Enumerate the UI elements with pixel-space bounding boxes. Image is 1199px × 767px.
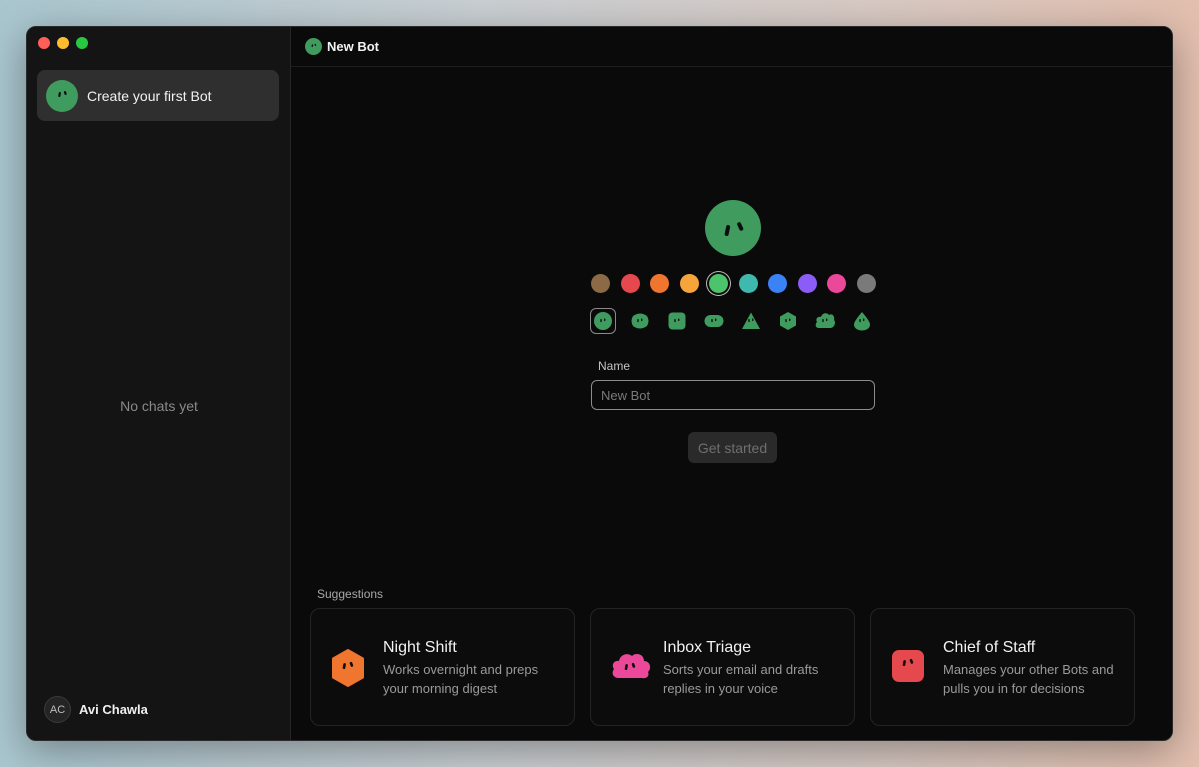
suggestion-description: Works overnight and preps your morning d… <box>383 662 539 696</box>
suggestion-cards: Night Shift Works overnight and preps yo… <box>310 608 1135 726</box>
traffic-lights <box>38 37 88 49</box>
color-swatch[interactable] <box>797 274 817 293</box>
suggestion-card-chief-of-staff[interactable]: Chief of Staff Manages your other Bots a… <box>870 608 1135 726</box>
no-chats-text: No chats yet <box>120 398 198 414</box>
square-shape-icon <box>668 312 686 330</box>
color-swatch[interactable] <box>591 274 610 293</box>
square-bot-icon <box>892 650 924 682</box>
hexagon-shape-icon <box>780 312 796 330</box>
main-panel: New Bot Name Get started Suggestions Nig… <box>291 27 1172 740</box>
color-swatch[interactable] <box>768 274 787 293</box>
shape-option-triangle[interactable] <box>738 308 764 334</box>
shape-option-cloud[interactable] <box>812 308 838 334</box>
color-swatch[interactable] <box>709 274 728 293</box>
close-window-button[interactable] <box>38 37 50 49</box>
cloud-shape-icon <box>815 313 835 328</box>
create-first-bot-label: Create your first Bot <box>87 87 212 104</box>
suggestion-card-inbox-triage[interactable]: Inbox Triage Sorts your email and drafts… <box>590 608 855 726</box>
user-profile[interactable]: AC Avi Chawla <box>44 696 148 723</box>
hexagon-bot-icon <box>332 649 364 687</box>
shape-option-drop[interactable] <box>849 308 875 334</box>
bot-face-icon <box>46 79 78 112</box>
zoom-window-button[interactable] <box>76 37 88 49</box>
blob-shape-icon <box>631 313 649 329</box>
color-swatch[interactable] <box>620 274 640 293</box>
bot-name-input[interactable] <box>591 380 875 410</box>
header-bar: New Bot <box>291 27 1172 67</box>
triangle-shape-icon <box>742 312 760 329</box>
suggestions-heading: Suggestions <box>317 587 384 601</box>
cloud-bot-icon <box>612 653 651 679</box>
color-swatch[interactable] <box>827 274 846 293</box>
shape-option-blob[interactable] <box>627 308 653 334</box>
suggestion-title: Night Shift <box>383 639 457 656</box>
page-title: New Bot <box>327 39 379 54</box>
drop-shape-icon <box>854 312 870 331</box>
suggestion-title: Inbox Triage <box>663 639 752 656</box>
color-swatch[interactable] <box>738 274 758 293</box>
shape-option-pill[interactable] <box>701 308 727 334</box>
circle-shape-icon <box>594 312 612 330</box>
shape-picker <box>590 308 886 334</box>
create-first-bot-item[interactable]: Create your first Bot <box>37 70 279 121</box>
get-started-button[interactable]: Get started <box>688 432 777 463</box>
color-swatch[interactable] <box>679 274 699 293</box>
sidebar: Create your first Bot No chats yet AC Av… <box>27 27 291 740</box>
avatar: AC <box>44 696 71 723</box>
suggestion-card-night-shift[interactable]: Night Shift Works overnight and preps yo… <box>310 608 575 726</box>
minimize-window-button[interactable] <box>57 37 69 49</box>
user-name: Avi Chawla <box>79 702 148 717</box>
color-swatch[interactable] <box>856 274 876 293</box>
suggestion-description: Manages your other Bots and pulls you in… <box>943 662 1114 696</box>
pill-shape-icon <box>704 315 724 327</box>
app-window: Create your first Bot No chats yet AC Av… <box>26 26 1173 741</box>
color-picker <box>591 274 886 293</box>
bot-face-icon <box>305 38 322 55</box>
shape-option-square[interactable] <box>664 308 690 334</box>
shape-option-circle[interactable] <box>590 308 616 334</box>
color-swatch[interactable] <box>650 274 669 293</box>
name-field-label: Name <box>598 359 631 373</box>
bot-avatar-preview <box>705 200 761 256</box>
shape-option-hexagon[interactable] <box>775 308 801 334</box>
suggestion-description: Sorts your email and drafts replies in y… <box>663 662 819 696</box>
suggestion-title: Chief of Staff <box>943 639 1036 656</box>
